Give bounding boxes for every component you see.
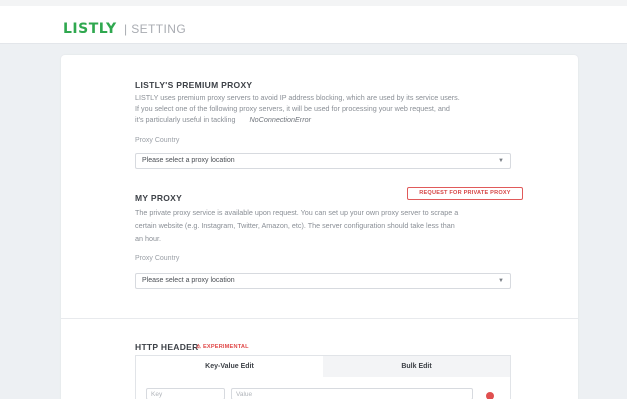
header-key-input[interactable]: Key: [146, 388, 225, 399]
my-proxy-desc-line-1: The private proxy service is available u…: [135, 208, 459, 217]
my-proxy-title: MY PROXY: [135, 193, 183, 203]
premium-proxy-country-select[interactable]: Please select a proxy location ▼: [135, 153, 511, 169]
premium-proxy-title: LISTLY'S PREMIUM PROXY: [135, 80, 253, 90]
remove-row-icon[interactable]: [486, 392, 494, 399]
my-proxy-select-value: Please select a proxy location: [142, 277, 235, 284]
premium-proxy-country-label: Proxy Country: [135, 137, 180, 144]
header-edit-tabs: Key-Value Edit Bulk Edit: [135, 355, 511, 377]
premium-desc-line-3: it's particularly useful in tackling: [135, 115, 236, 124]
chevron-down-icon: ▼: [498, 278, 504, 284]
tab-bulk-edit[interactable]: Bulk Edit: [323, 356, 510, 377]
my-proxy-country-select[interactable]: Please select a proxy location ▼: [135, 273, 511, 289]
no-connection-error-text: NoConnectionError: [249, 115, 311, 124]
my-proxy-description: The private proxy service is available u…: [135, 206, 515, 245]
header-value-input[interactable]: Value: [231, 388, 473, 399]
tab-key-value-edit[interactable]: Key-Value Edit: [136, 356, 323, 377]
top-bar: LISTLY | SETTING: [0, 0, 627, 44]
top-strip: [0, 0, 627, 6]
my-proxy-country-label: Proxy Country: [135, 255, 180, 262]
my-proxy-desc-line-3: an hour.: [135, 234, 161, 243]
request-private-proxy-button[interactable]: REQUEST FOR PRIVATE PROXY: [407, 187, 523, 200]
section-divider: [61, 318, 578, 319]
my-proxy-desc-line-2: certain website (e.g. Instagram, Twitter…: [135, 221, 455, 230]
chevron-down-icon: ▼: [498, 158, 504, 164]
http-header-title: HTTP HEADER: [135, 342, 199, 352]
premium-proxy-select-value: Please select a proxy location: [142, 157, 235, 164]
settings-card: LISTLY'S PREMIUM PROXY LISTLY uses premi…: [61, 55, 578, 399]
premium-proxy-description: LISTLY uses premium proxy servers to avo…: [135, 92, 515, 125]
page-title: | SETTING: [124, 22, 187, 36]
premium-desc-line-2: If you select one of the following proxy…: [135, 104, 450, 113]
listly-logo[interactable]: LISTLY: [63, 21, 117, 37]
premium-desc-line-1: LISTLY uses premium proxy servers to avo…: [135, 93, 460, 102]
experimental-badge: ⚠ EXPERIMENTAL: [196, 344, 249, 350]
